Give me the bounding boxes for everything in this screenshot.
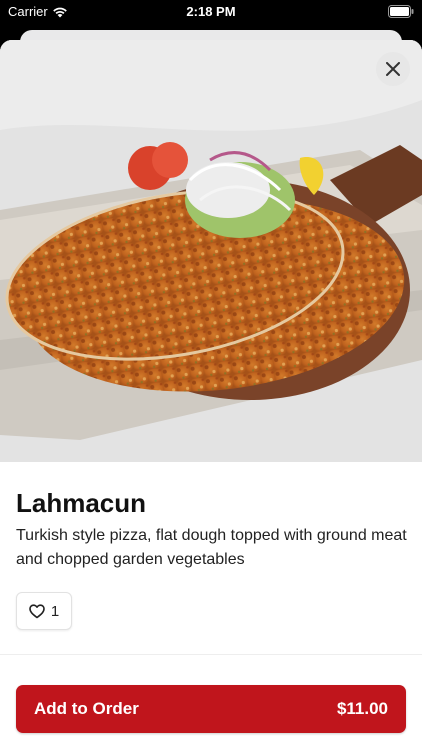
close-icon (386, 62, 400, 76)
lahmacun-illustration (0, 40, 422, 462)
product-description: Turkish style pizza, flat dough topped w… (16, 527, 407, 568)
product-title: Lahmacun (16, 488, 147, 518)
add-to-order-label: Add to Order (34, 699, 139, 718)
like-count: 1 (50, 602, 60, 620)
battery-icon (388, 5, 414, 18)
order-price: $11.00 (336, 699, 388, 718)
close-button[interactable] (376, 52, 410, 86)
product-image (0, 40, 422, 462)
product-detail-sheet: Lahmacun Turkish style pizza, flat dough… (0, 40, 422, 750)
status-bar: Carrier 2:18 PM (0, 0, 422, 28)
like-button[interactable]: 1 (16, 592, 72, 630)
order-footer: Add to Order $11.00 (0, 654, 422, 750)
status-time: 2:18 PM (186, 4, 236, 19)
add-to-order-button[interactable]: Add to Order $11.00 (16, 685, 406, 733)
heart-outline-icon (29, 603, 45, 618)
